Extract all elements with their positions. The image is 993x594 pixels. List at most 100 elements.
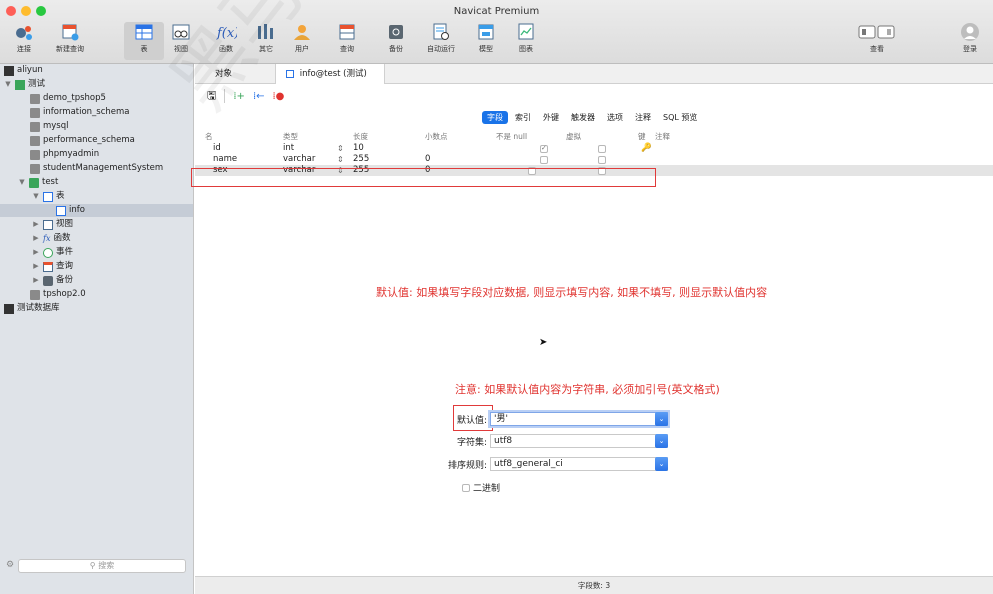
editor-subtabs: 字段 索引 外键 触发器 选项 注释 SQL 预览	[482, 111, 702, 124]
field-name[interactable]: id	[213, 143, 221, 154]
tab-table-editor[interactable]: info@test (测试)	[275, 64, 385, 84]
expand-triangle-icon[interactable]: ▼	[32, 190, 40, 203]
table-row[interactable]: id int ⇕ 10 🔑	[195, 143, 993, 154]
database-item[interactable]: mysql	[30, 120, 69, 133]
field-name[interactable]: name	[213, 154, 237, 165]
svg-text:f(x): f(x)	[216, 26, 237, 41]
backup-button[interactable]: 备份	[376, 22, 416, 60]
insert-field-icon[interactable]: ⁞←	[253, 91, 265, 102]
subtab-triggers[interactable]: 触发器	[566, 111, 600, 124]
default-value-input[interactable]: '男' ⌄	[490, 412, 668, 426]
database-icon	[30, 149, 40, 160]
connection-test[interactable]: ▼ 测试	[4, 78, 45, 91]
field-decimals[interactable]: 0	[425, 154, 430, 165]
subtab-indexes[interactable]: 索引	[510, 111, 536, 124]
query-button[interactable]: 查询	[327, 22, 367, 60]
delete-field-icon[interactable]: ⁞●	[273, 91, 285, 102]
field-type[interactable]: int	[283, 143, 294, 154]
add-field-icon[interactable]: ⁞+	[233, 91, 245, 102]
functions-group[interactable]: ▶ fx 函数	[32, 232, 70, 245]
subtab-fields[interactable]: 字段	[482, 111, 508, 124]
connection-icon	[4, 65, 14, 76]
chevron-down-icon[interactable]: ⌄	[655, 412, 668, 426]
expand-triangle-icon[interactable]: ▶	[32, 246, 40, 259]
expand-triangle-icon[interactable]: ▶	[32, 218, 40, 231]
database-test[interactable]: ▼ test	[18, 176, 58, 189]
backups-group[interactable]: ▶ 备份	[32, 274, 73, 287]
login-button[interactable]: 登录	[950, 22, 990, 60]
table-row[interactable]: name varchar ⇕ 255 0	[195, 154, 993, 165]
chevron-down-icon[interactable]: ⌄	[655, 434, 668, 448]
virtual-checkbox[interactable]	[598, 156, 606, 164]
database-item[interactable]: information_schema	[30, 106, 130, 119]
filter-icon[interactable]: ⚙	[6, 560, 14, 570]
editor-tabs: 对象 info@test (测试)	[195, 64, 993, 84]
subtab-sql-preview[interactable]: SQL 预览	[658, 111, 702, 124]
table-icon	[135, 24, 153, 40]
virtual-checkbox[interactable]	[598, 145, 606, 153]
views-group[interactable]: ▶ 视图	[32, 218, 73, 231]
tab-objects[interactable]: 对象	[205, 64, 242, 84]
connection-aliyun[interactable]: aliyun	[4, 64, 43, 77]
table-icon	[56, 205, 66, 216]
table-item-info[interactable]: info	[0, 204, 193, 217]
database-label: demo_tpshop5	[43, 93, 106, 103]
expand-triangle-icon[interactable]: ▶	[32, 274, 40, 287]
column-header[interactable]: 名	[205, 131, 213, 142]
database-item[interactable]: tpshop2.0	[30, 288, 86, 301]
field-length[interactable]: 10	[353, 143, 364, 154]
view-mode-button[interactable]: 查看	[853, 22, 901, 60]
function-label: 函数	[219, 45, 233, 53]
connection-testdb[interactable]: 测试数据库	[4, 302, 60, 315]
column-header[interactable]: 长度	[353, 131, 368, 142]
events-group[interactable]: ▶ 事件	[32, 246, 73, 259]
column-header[interactable]: 键	[638, 131, 646, 142]
primary-key-icon: 🔑	[641, 143, 652, 153]
column-header[interactable]: 类型	[283, 131, 298, 142]
database-item[interactable]: studentManagementSystem	[30, 162, 163, 175]
queries-group[interactable]: ▶ 查询	[32, 260, 73, 273]
chart-button[interactable]: 图表	[506, 22, 546, 60]
tables-group[interactable]: ▼ 表	[32, 190, 65, 203]
subtab-foreign-keys[interactable]: 外键	[538, 111, 564, 124]
expand-triangle-icon[interactable]: ▼	[4, 78, 12, 91]
binary-option[interactable]: 二进制	[462, 481, 500, 494]
length-stepper-icon[interactable]: ⇕	[337, 154, 344, 165]
field-length[interactable]: 255	[353, 154, 369, 165]
sidebar-search-input[interactable]: ⚲ 搜索	[18, 559, 186, 573]
database-item[interactable]: performance_schema	[30, 134, 135, 147]
auto-run-button[interactable]: 自动运行	[421, 22, 461, 60]
not-null-checkbox[interactable]	[540, 143, 548, 154]
collation-value: utf8_general_ci	[494, 459, 563, 469]
binary-checkbox[interactable]	[462, 483, 470, 492]
backup-icon	[43, 275, 53, 286]
column-header[interactable]: 注释	[655, 131, 670, 142]
expand-triangle-icon[interactable]: ▶	[32, 260, 40, 273]
function-button[interactable]: f(x) 函数	[206, 22, 246, 60]
model-button[interactable]: 模型	[466, 22, 506, 60]
user-button[interactable]: 用户	[282, 22, 322, 60]
connect-button[interactable]: 连接	[4, 22, 44, 60]
field-type[interactable]: varchar	[283, 154, 315, 165]
table-button[interactable]: 表	[124, 22, 164, 60]
chevron-down-icon[interactable]: ⌄	[655, 457, 668, 471]
other-button[interactable]: 其它	[246, 22, 286, 60]
charset-select[interactable]: utf8 ⌄	[490, 434, 668, 448]
view-button[interactable]: 视图	[161, 22, 201, 60]
database-item[interactable]: phpmyadmin	[30, 148, 99, 161]
column-header[interactable]: 不是 null	[496, 131, 527, 142]
subtab-options[interactable]: 选项	[602, 111, 628, 124]
length-stepper-icon[interactable]: ⇕	[337, 143, 344, 154]
group-label: 事件	[56, 247, 74, 257]
not-null-checkbox[interactable]	[540, 156, 548, 164]
collation-select[interactable]: utf8_general_ci ⌄	[490, 457, 668, 471]
new-query-button[interactable]: 新建查询	[50, 22, 90, 60]
database-item[interactable]: demo_tpshop5	[30, 92, 106, 105]
status-bar: 字段数: 3	[195, 576, 993, 594]
expand-triangle-icon[interactable]: ▶	[32, 232, 40, 245]
subtab-comment[interactable]: 注释	[630, 111, 656, 124]
column-header[interactable]: 虚拟	[566, 131, 581, 142]
expand-triangle-icon[interactable]: ▼	[18, 176, 26, 189]
column-header[interactable]: 小数点	[425, 131, 448, 142]
save-icon[interactable]: 🖫	[207, 87, 216, 106]
